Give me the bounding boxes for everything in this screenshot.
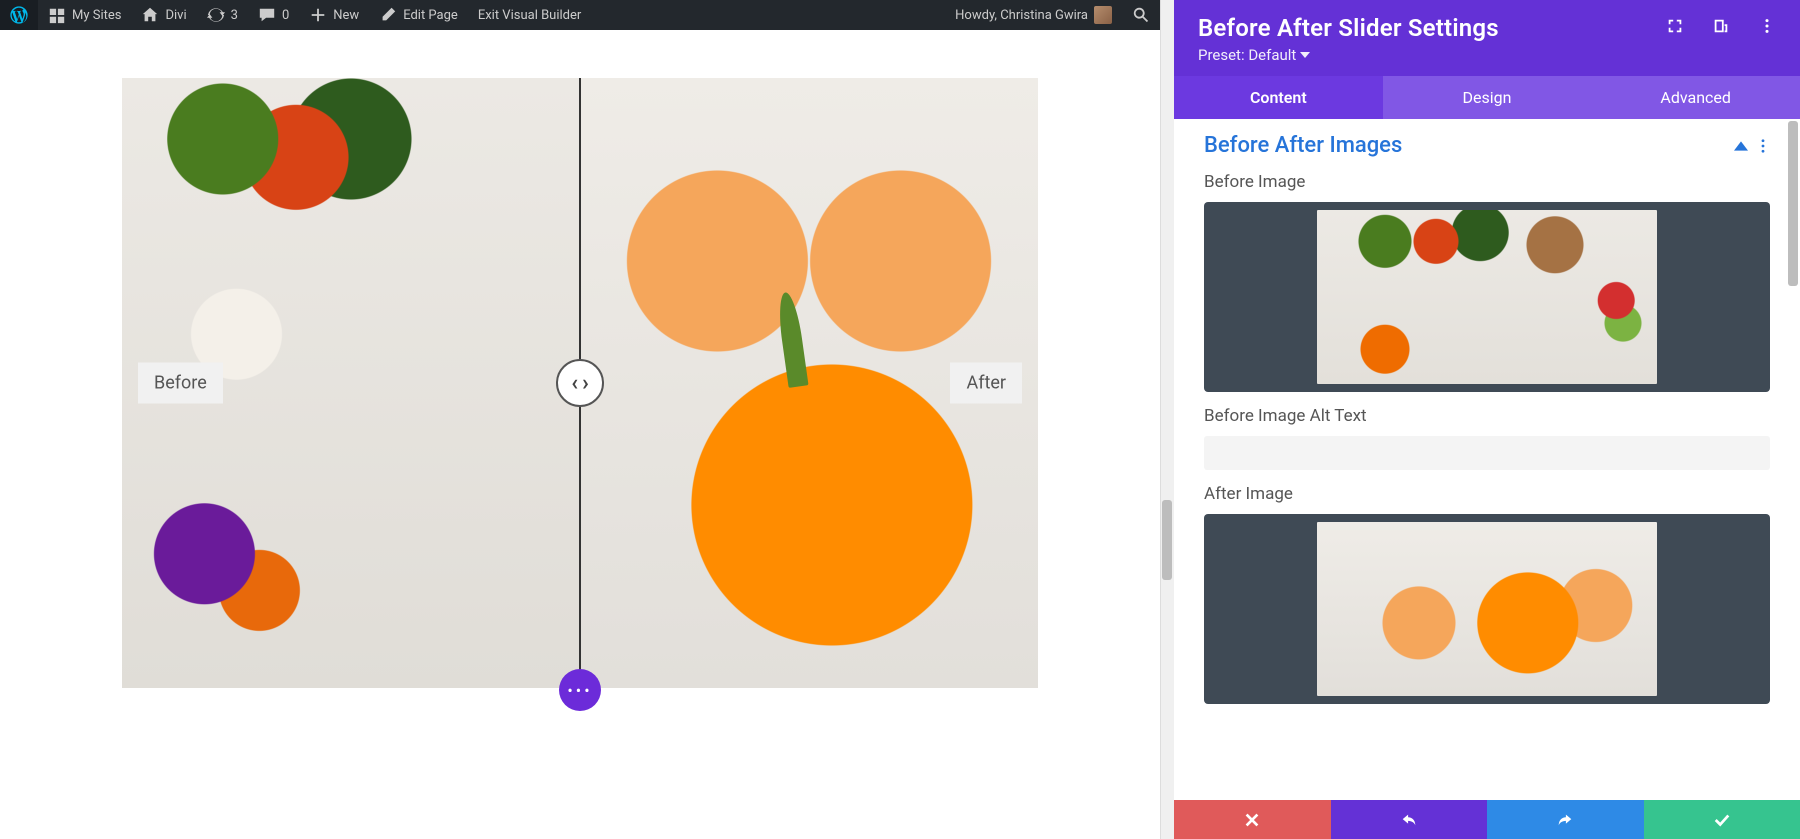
close-icon	[1243, 811, 1261, 829]
preset-selector[interactable]: Preset: Default	[1198, 46, 1776, 64]
wordpress-icon	[10, 6, 28, 24]
admin-new-label: New	[333, 8, 359, 23]
undo-icon	[1400, 811, 1418, 829]
admin-account[interactable]: Howdy, Christina Gwira	[945, 0, 1122, 30]
pencil-icon	[379, 6, 397, 24]
admin-exit-vb[interactable]: Exit Visual Builder	[468, 0, 591, 30]
panel-footer	[1174, 800, 1800, 839]
caret-down-icon	[1300, 52, 1310, 58]
responsive-icon[interactable]	[1712, 17, 1730, 39]
admin-comments[interactable]: 0	[248, 0, 299, 30]
comment-icon	[258, 6, 276, 24]
cancel-button[interactable]	[1174, 800, 1331, 839]
admin-new[interactable]: New	[299, 0, 369, 30]
before-image-thumb	[1317, 210, 1657, 384]
panel-title: Before After Slider Settings	[1198, 14, 1666, 42]
after-image-field-label: After Image	[1204, 484, 1770, 504]
slider-options-fab[interactable]: •••	[559, 669, 601, 711]
admin-search[interactable]	[1122, 0, 1160, 30]
before-after-slider[interactable]: Before After •••	[122, 78, 1038, 688]
admin-edit-page-label: Edit Page	[403, 8, 458, 23]
before-image-slot[interactable]	[1204, 202, 1770, 392]
section-header[interactable]: Before After Images	[1204, 133, 1770, 158]
tab-design[interactable]: Design	[1383, 76, 1592, 119]
section-more-icon[interactable]	[1756, 139, 1770, 153]
plus-icon	[309, 6, 327, 24]
admin-site[interactable]: Divi	[131, 0, 196, 30]
before-label-tag: Before	[138, 363, 223, 404]
page-canvas: Before After •••	[0, 30, 1160, 839]
admin-edit-page[interactable]: Edit Page	[369, 0, 468, 30]
section-title: Before After Images	[1204, 133, 1726, 158]
admin-updates-count: 3	[231, 8, 238, 23]
save-button[interactable]	[1644, 800, 1800, 839]
before-image-field-label: Before Image	[1204, 172, 1770, 192]
admin-my-sites[interactable]: My Sites	[38, 0, 131, 30]
search-icon	[1132, 6, 1150, 24]
after-image-thumb	[1317, 522, 1657, 696]
admin-site-label: Divi	[165, 8, 186, 23]
panel-body: Before After Images Before Image Before …	[1174, 119, 1800, 839]
tab-content[interactable]: Content	[1174, 76, 1383, 119]
panel-header: Before After Slider Settings Preset: Def…	[1174, 0, 1800, 76]
redo-button[interactable]	[1487, 800, 1644, 839]
after-label-tag: After	[950, 363, 1022, 404]
wp-admin-bar: My Sites Divi 3 0 New Edit Page Exit Vis…	[0, 0, 1160, 30]
more-icon[interactable]	[1758, 17, 1776, 39]
update-icon	[207, 6, 225, 24]
panel-body-scrollbar[interactable]	[1788, 121, 1798, 286]
before-alt-label: Before Image Alt Text	[1204, 406, 1770, 426]
outer-scrollbar[interactable]	[1160, 0, 1174, 839]
chevron-up-icon	[1734, 139, 1748, 153]
slider-handle[interactable]	[556, 359, 604, 407]
admin-comments-count: 0	[282, 8, 289, 23]
admin-my-sites-label: My Sites	[72, 8, 121, 23]
redo-icon	[1556, 811, 1574, 829]
admin-updates[interactable]: 3	[197, 0, 248, 30]
sites-icon	[48, 6, 66, 24]
admin-howdy-text: Howdy, Christina Gwira	[955, 8, 1088, 23]
wp-logo[interactable]	[0, 0, 38, 30]
admin-exit-vb-label: Exit Visual Builder	[478, 8, 581, 23]
settings-panel: Before After Slider Settings Preset: Def…	[1160, 0, 1800, 839]
check-icon	[1713, 811, 1731, 829]
home-icon	[141, 6, 159, 24]
before-alt-input[interactable]	[1204, 436, 1770, 470]
preset-label: Preset: Default	[1198, 46, 1296, 64]
avatar	[1094, 6, 1112, 24]
undo-button[interactable]	[1331, 800, 1488, 839]
panel-tabs: Content Design Advanced	[1174, 76, 1800, 119]
after-image-slot[interactable]	[1204, 514, 1770, 704]
expand-icon[interactable]	[1666, 17, 1684, 39]
tab-advanced[interactable]: Advanced	[1591, 76, 1800, 119]
